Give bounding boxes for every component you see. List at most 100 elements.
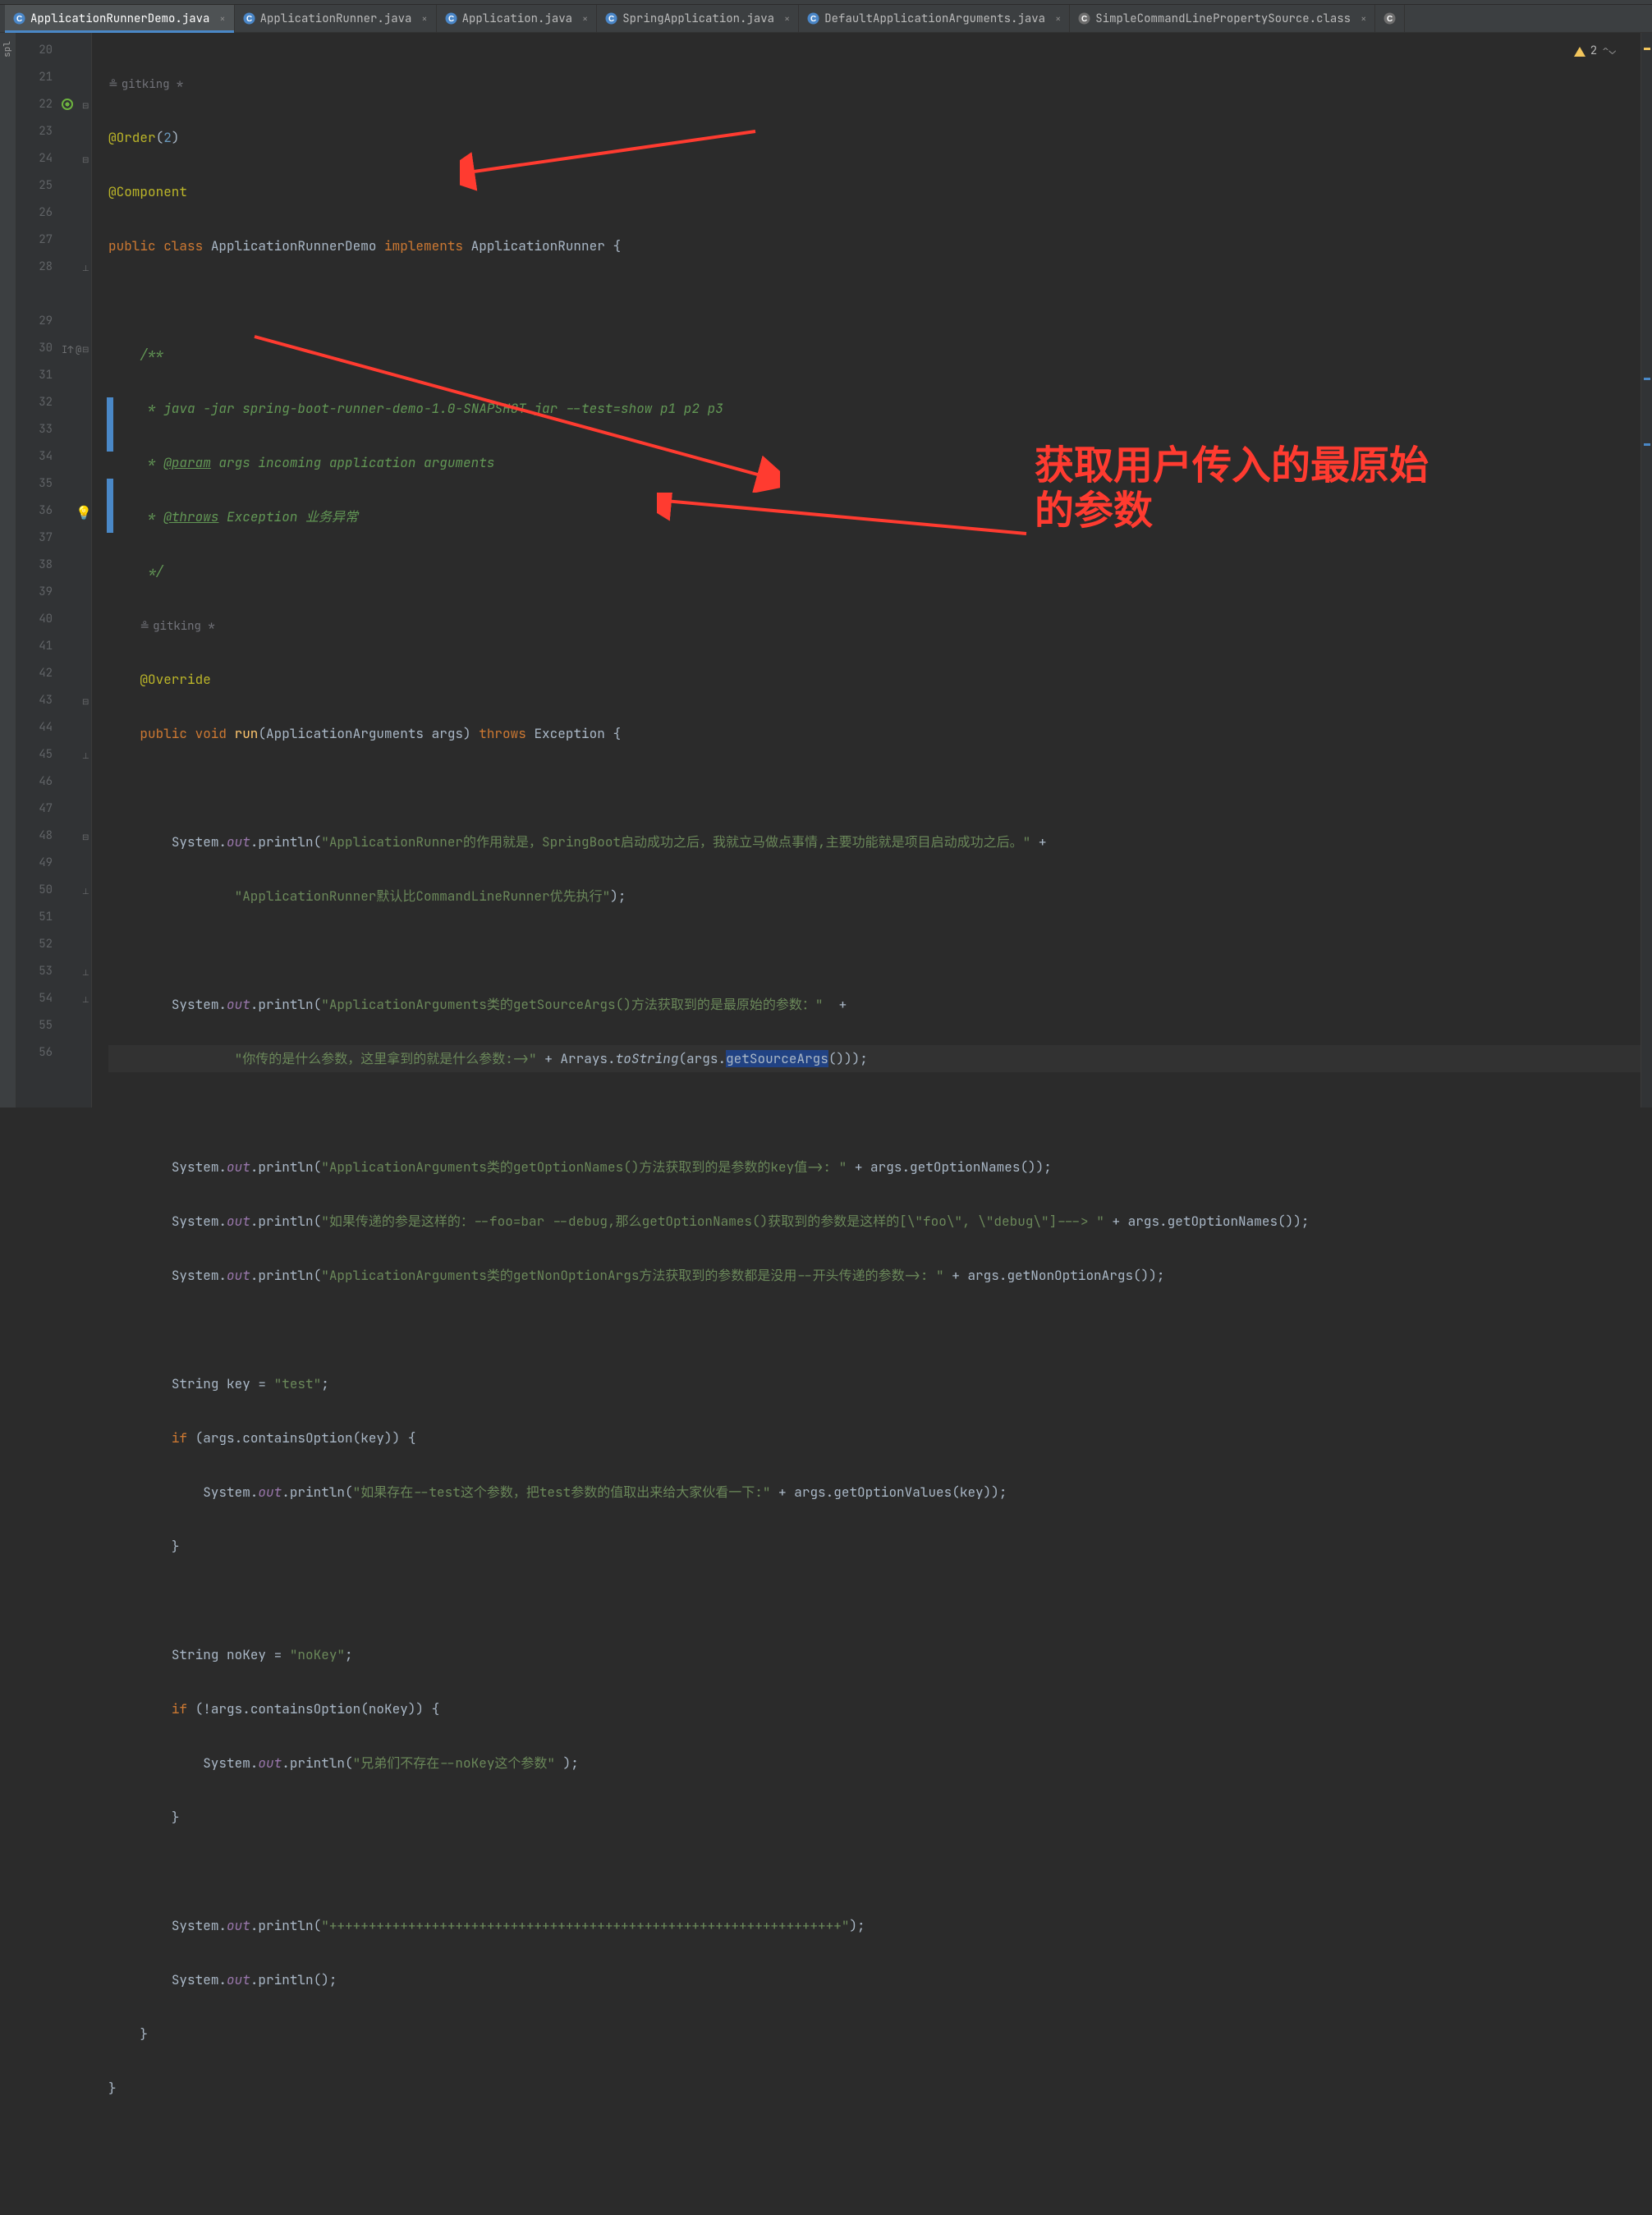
code-line: System.out.println("如果存在--test这个参数，把test… — [108, 1479, 1641, 1506]
close-icon[interactable]: × — [784, 12, 790, 25]
tab-application-runner[interactable]: C ApplicationRunner.java × — [235, 5, 437, 32]
code-line: * @param args incoming application argum… — [108, 449, 1641, 476]
tab-default-application-arguments[interactable]: C DefaultApplicationArguments.java × — [799, 5, 1070, 32]
code-area[interactable]: ≗gitking * @Order(2) @Component public c… — [92, 33, 1641, 1108]
line-number: 24 — [16, 151, 53, 166]
code-line: System.out.println("ApplicationArguments… — [108, 991, 1641, 1018]
fold-toggle[interactable]: ⊟ — [82, 100, 89, 111]
fold-toggle[interactable]: ⊟ — [82, 344, 89, 355]
tab-label: DefaultApplicationArguments.java — [824, 11, 1045, 26]
tab-label: ApplicationRunnerDemo.java — [30, 11, 209, 26]
line-number: 38 — [16, 557, 53, 572]
gutter[interactable]: 20 21 22 23 24 25 26 27 28 29 30 31 32 3… — [16, 33, 92, 1108]
close-icon[interactable]: × — [1055, 12, 1061, 25]
line-number: 37 — [16, 530, 53, 545]
code-line: ≗gitking * — [108, 612, 1641, 639]
fold-toggle[interactable]: ⊟ — [82, 696, 89, 707]
code-line: System.out.println("++++++++++++++++++++… — [108, 1912, 1641, 1939]
error-stripe[interactable] — [1641, 33, 1652, 1108]
tab-spring-application[interactable]: C SpringApplication.java × — [597, 5, 799, 32]
line-number: 32 — [16, 395, 53, 410]
code-line: * @throws Exception 业务异常 — [108, 503, 1641, 530]
author-icon: ≗ — [140, 619, 149, 634]
line-number: 56 — [16, 1045, 53, 1060]
svg-text:C: C — [1081, 15, 1087, 24]
code-line — [108, 1099, 1641, 1126]
line-number: 25 — [16, 178, 53, 193]
fold-toggle[interactable]: ⊥ — [82, 750, 89, 761]
code-line: System.out.println("ApplicationArguments… — [108, 1153, 1641, 1181]
line-number: 43 — [16, 693, 53, 708]
svg-text:C: C — [1387, 15, 1393, 24]
close-icon[interactable]: × — [219, 12, 225, 25]
line-number: 41 — [16, 639, 53, 653]
fold-toggle[interactable]: ⊥ — [82, 263, 89, 273]
line-number: 29 — [16, 314, 53, 328]
spring-bean-icon[interactable] — [62, 99, 73, 113]
svg-text:C: C — [448, 15, 454, 24]
tab-simple-command-line-property-source[interactable]: C SimpleCommandLinePropertySource.class … — [1070, 5, 1375, 32]
close-icon[interactable]: × — [582, 12, 588, 25]
intention-bulb-icon[interactable]: 💡 — [76, 504, 92, 521]
code-line: System.out.println("ApplicationRunner的作用… — [108, 828, 1641, 855]
line-number: 48 — [16, 828, 53, 843]
author-name: gitking * — [122, 77, 184, 92]
fold-toggle[interactable]: ⊥ — [82, 994, 89, 1005]
code-line: } — [108, 1533, 1641, 1560]
code-line: } — [108, 2020, 1641, 2048]
code-line: if (!args.containsOption(noKey)) { — [108, 1695, 1641, 1722]
tab-application-runner-demo[interactable]: C ApplicationRunnerDemo.java × — [5, 5, 235, 32]
change-marker[interactable] — [1644, 378, 1650, 380]
code-line: String key = "test"; — [108, 1370, 1641, 1397]
override-at-icon[interactable]: @ — [76, 343, 81, 356]
code-line: @Component — [108, 178, 1641, 205]
code-line: "你传的是什么参数，这里拿到的就是什么参数:->" + Arrays.toStr… — [108, 1045, 1641, 1072]
line-number: 31 — [16, 368, 53, 383]
line-number: 54 — [16, 991, 53, 1006]
implements-icon[interactable]: I↑ — [62, 343, 73, 356]
fold-toggle[interactable]: ⊟ — [82, 154, 89, 165]
svg-text:C: C — [608, 15, 614, 24]
code-line — [108, 1587, 1641, 1614]
code-line: System.out.println("兄弟们不存在--noKey这个参数" )… — [108, 1750, 1641, 1777]
warning-icon — [1574, 47, 1585, 57]
java-class-icon: C — [807, 12, 819, 25]
line-number: 50 — [16, 883, 53, 897]
line-number: 53 — [16, 964, 53, 979]
line-number: 52 — [16, 937, 53, 952]
warning-marker[interactable] — [1644, 48, 1650, 50]
tab-label: ApplicationRunner.java — [260, 11, 412, 26]
tab-application[interactable]: C Application.java × — [437, 5, 598, 32]
warning-count: 2 — [1590, 38, 1597, 65]
inspection-widget[interactable]: 2 ⌃⌄ — [1574, 38, 1616, 65]
editor[interactable]: 20 21 22 23 24 25 26 27 28 29 30 31 32 3… — [16, 33, 1652, 1108]
java-lib-class-icon: C — [1078, 12, 1090, 25]
svg-text:C: C — [810, 15, 816, 24]
line-number: 28 — [16, 259, 53, 274]
author-icon: ≗ — [108, 77, 118, 92]
fold-toggle[interactable]: ⊥ — [82, 886, 89, 897]
code-line: } — [108, 1804, 1641, 1831]
line-number: 21 — [16, 70, 53, 85]
code-line — [108, 2129, 1641, 2156]
line-number: 35 — [16, 476, 53, 491]
line-number: 45 — [16, 747, 53, 762]
line-number: 26 — [16, 205, 53, 220]
tab-overflow[interactable]: C — [1375, 5, 1405, 32]
line-number: 49 — [16, 855, 53, 870]
code-line: System.out.println(); — [108, 1966, 1641, 1993]
change-marker[interactable] — [1644, 443, 1650, 446]
java-lib-class-icon: C — [1384, 12, 1396, 25]
tab-label: SpringApplication.java — [622, 11, 774, 26]
close-icon[interactable]: × — [421, 12, 427, 25]
code-line: /** — [108, 341, 1641, 368]
editor-tab-bar: C ApplicationRunnerDemo.java × C Applica… — [0, 5, 1652, 33]
code-line: if (args.containsOption(key)) { — [108, 1424, 1641, 1451]
left-tool-strip[interactable]: spl — [0, 33, 16, 1108]
fold-toggle[interactable]: ⊥ — [82, 967, 89, 978]
line-number: 34 — [16, 449, 53, 464]
code-line — [108, 287, 1641, 314]
fold-toggle[interactable]: ⊟ — [82, 832, 89, 842]
close-icon[interactable]: × — [1361, 12, 1366, 25]
left-tool-label: spl — [2, 41, 13, 57]
